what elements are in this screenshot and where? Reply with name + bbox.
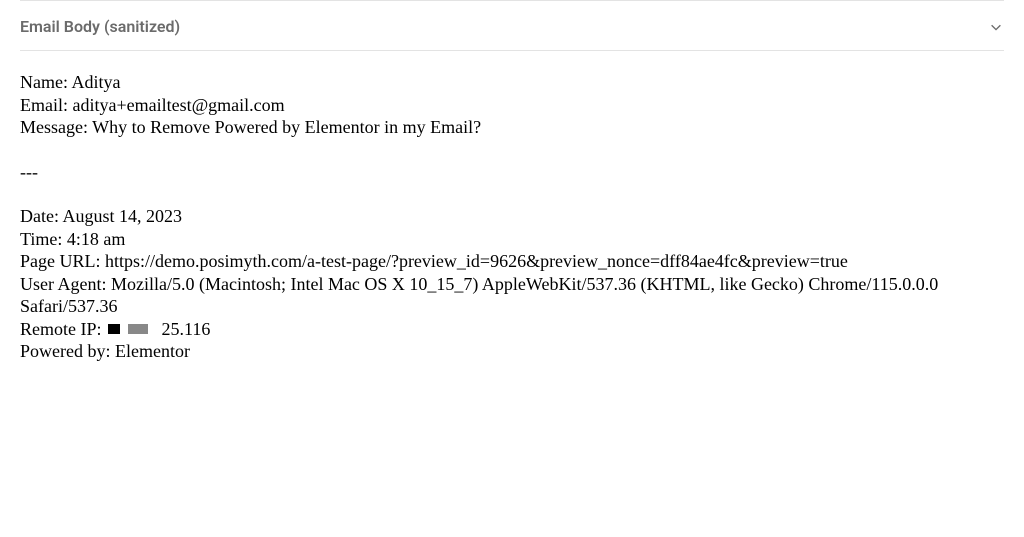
message-line: Message: Why to Remove Powered by Elemen…: [20, 116, 1004, 139]
name-label: Name:: [20, 72, 68, 92]
separator-line: ---: [20, 161, 1004, 184]
message-label: Message:: [20, 117, 88, 137]
time-line: Time: 4:18 am: [20, 228, 1004, 251]
date-label: Date:: [20, 206, 59, 226]
remote-ip-suffix: 25.116: [162, 318, 211, 341]
email-label: Email:: [20, 95, 68, 115]
redacted-ip-segment: [108, 324, 148, 334]
user-agent-value: Mozilla/5.0 (Macintosh; Intel Mac OS X 1…: [20, 274, 938, 317]
section-header-email-body[interactable]: Email Body (sanitized): [0, 3, 1024, 50]
redact-block-icon: [128, 324, 148, 334]
remote-ip-label: Remote IP:: [20, 318, 102, 341]
email-line: Email: aditya+emailtest@gmail.com: [20, 94, 1004, 117]
page-url-label: Page URL:: [20, 251, 101, 271]
user-agent-label: User Agent:: [20, 274, 106, 294]
message-value: Why to Remove Powered by Elementor in my…: [92, 117, 481, 137]
name-value: Aditya: [72, 72, 121, 92]
powered-by-label: Powered by:: [20, 341, 110, 361]
powered-by-value: Elementor: [115, 341, 190, 361]
name-line: Name: Aditya: [20, 71, 1004, 94]
section-title: Email Body (sanitized): [20, 17, 180, 36]
remote-ip-line: Remote IP: 25.116: [20, 318, 1004, 341]
email-body-content: Name: Aditya Email: aditya+emailtest@gma…: [0, 51, 1024, 383]
user-agent-line: User Agent: Mozilla/5.0 (Macintosh; Inte…: [20, 273, 1004, 318]
email-value: aditya+emailtest@gmail.com: [73, 95, 285, 115]
date-line: Date: August 14, 2023: [20, 205, 1004, 228]
page-url-value: https://demo.posimyth.com/a-test-page/?p…: [105, 251, 848, 271]
time-value: 4:18 am: [67, 229, 126, 249]
powered-by-line: Powered by: Elementor: [20, 340, 1004, 363]
redact-block-icon: [108, 324, 120, 334]
time-label: Time:: [20, 229, 62, 249]
page-url-line: Page URL: https://demo.posimyth.com/a-te…: [20, 250, 1004, 273]
date-value: August 14, 2023: [63, 206, 183, 226]
chevron-down-icon: [988, 19, 1004, 35]
